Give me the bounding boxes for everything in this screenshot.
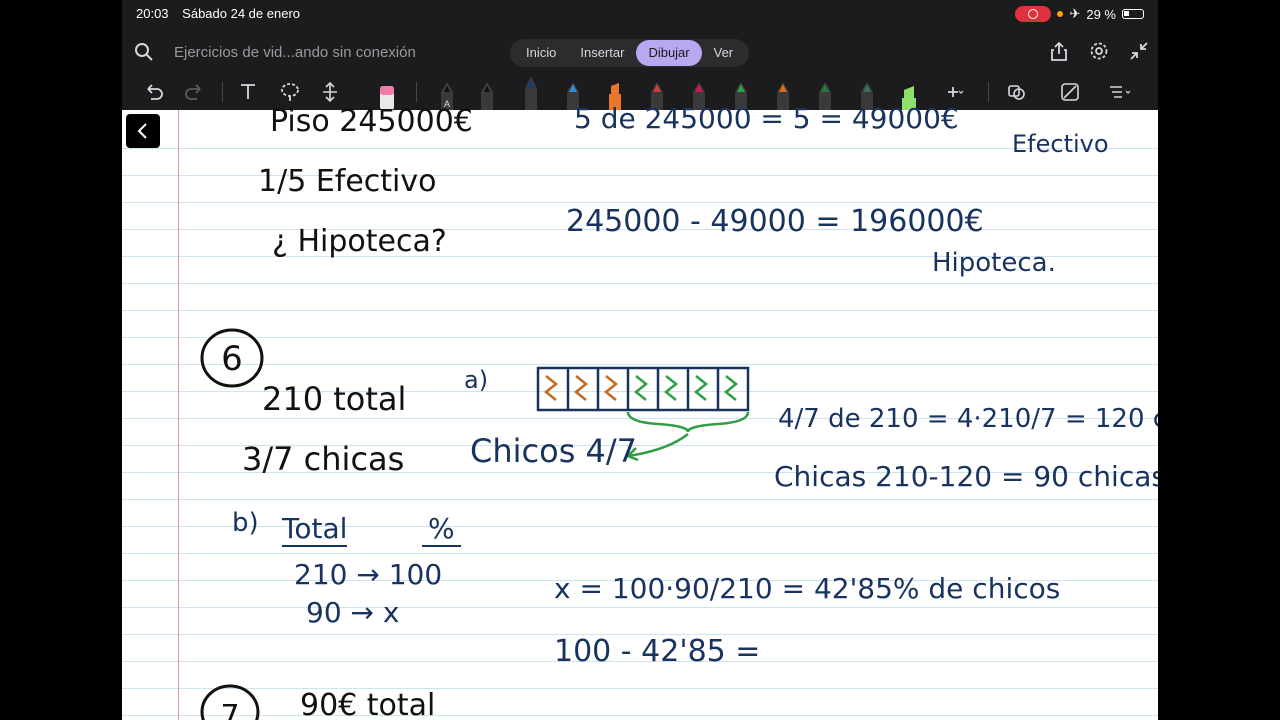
- status-date: Sábado 24 de enero: [182, 6, 300, 21]
- tab-inicio[interactable]: Inicio: [514, 40, 568, 66]
- handwriting-90-total: 90€ total: [300, 688, 436, 720]
- airplane-icon: ✈: [1069, 6, 1081, 21]
- tab-dibujar[interactable]: Dibujar: [636, 40, 702, 66]
- lasso-icon[interactable]: [278, 80, 302, 104]
- privacy-dot-icon: [1057, 11, 1064, 17]
- status-bar-left: 20:03 Sábado 24 de enero: [136, 6, 310, 21]
- handwriting-fraction-line: 5 de 245000 = 5 = 49000€: [574, 102, 959, 135]
- redo-icon[interactable]: [182, 80, 206, 104]
- circled-number-6: 6: [200, 328, 264, 388]
- pen-black-icon[interactable]: [478, 80, 496, 110]
- add-pen-icon[interactable]: [940, 80, 964, 104]
- search-icon[interactable]: [134, 42, 154, 62]
- number-7-text: 7: [220, 699, 239, 720]
- text-tool-icon[interactable]: [236, 80, 260, 104]
- handwriting-4-7-of-210: 4/7 de 210 = 4·210/7 = 120 chicos: [778, 404, 1158, 434]
- handwriting-efectivo: 1/5 Efectivo: [258, 164, 437, 199]
- settings-gear-icon[interactable]: [1088, 40, 1110, 62]
- top-right-actions: [1048, 40, 1150, 62]
- tab-insertar[interactable]: Insertar: [568, 40, 636, 66]
- undo-icon[interactable]: [142, 80, 166, 104]
- handwriting-chicas-calc: Chicas 210-120 = 90 chicas: [774, 460, 1158, 493]
- table-row-210-100: 210 → 100: [294, 558, 443, 591]
- battery-icon: [1122, 9, 1144, 19]
- handwriting-210-total: 210 total: [262, 380, 407, 418]
- handwriting-efectivo-result: Efectivo: [1012, 130, 1109, 158]
- handwriting-chicos-fraction: Chicos 4/7: [470, 432, 638, 470]
- handwriting-hipoteca-question: ¿ Hipoteca?: [272, 224, 447, 259]
- chevron-left-icon: [137, 123, 147, 139]
- handwriting-hipoteca-result: Hipoteca.: [932, 248, 1056, 278]
- app-window: 20:03 Sábado 24 de enero ✈ 29 % Ejercici…: [122, 0, 1158, 720]
- status-time: 20:03: [136, 6, 169, 21]
- ribbon-tabs: Inicio Insertar Dibujar Ver: [510, 39, 750, 67]
- table-row-90-x: 90 → x: [306, 596, 400, 629]
- tab-ver[interactable]: Ver: [702, 40, 746, 66]
- handwriting-x-equation: x = 100·90/210 = 42'85% de chicos: [554, 572, 1061, 605]
- ruler-icon[interactable]: [1058, 80, 1082, 104]
- status-bar-right: ✈ 29 %: [1015, 6, 1144, 22]
- battery-percent: 29 %: [1086, 6, 1116, 22]
- back-button[interactable]: [126, 114, 160, 148]
- toolbar-divider: [222, 82, 223, 102]
- handwriting-part-b: b): [232, 508, 259, 538]
- handwriting-3-7-chicas: 3/7 chicas: [242, 440, 405, 478]
- math-icon[interactable]: [1106, 80, 1130, 104]
- handwriting-100-minus: 100 - 42'85 =: [554, 634, 761, 669]
- handwriting-piso: Piso 245000€: [270, 104, 473, 139]
- table-header-total: Total: [282, 512, 348, 547]
- pen-navy-icon[interactable]: [522, 74, 540, 110]
- document-title[interactable]: Ejercicios de vid...ando sin conexión: [174, 44, 416, 61]
- insert-space-icon[interactable]: [318, 80, 342, 104]
- handwriting-subtraction: 245000 - 49000 = 196000€: [566, 204, 984, 239]
- screen-recording-icon[interactable]: [1015, 6, 1052, 22]
- toolbar-divider: [988, 82, 989, 102]
- page-margin-line: [178, 110, 179, 720]
- shapes-icon[interactable]: [1006, 80, 1030, 104]
- share-icon[interactable]: [1048, 40, 1070, 62]
- collapse-icon[interactable]: [1128, 40, 1150, 62]
- table-header-percent: %: [422, 512, 461, 547]
- top-chrome: 20:03 Sábado 24 de enero ✈ 29 % Ejercici…: [122, 0, 1158, 110]
- circled-number-7: 7: [200, 684, 260, 720]
- number-6-text: 6: [221, 339, 243, 379]
- handwriting-part-a: a): [464, 366, 489, 394]
- toolbar-divider: [416, 82, 417, 102]
